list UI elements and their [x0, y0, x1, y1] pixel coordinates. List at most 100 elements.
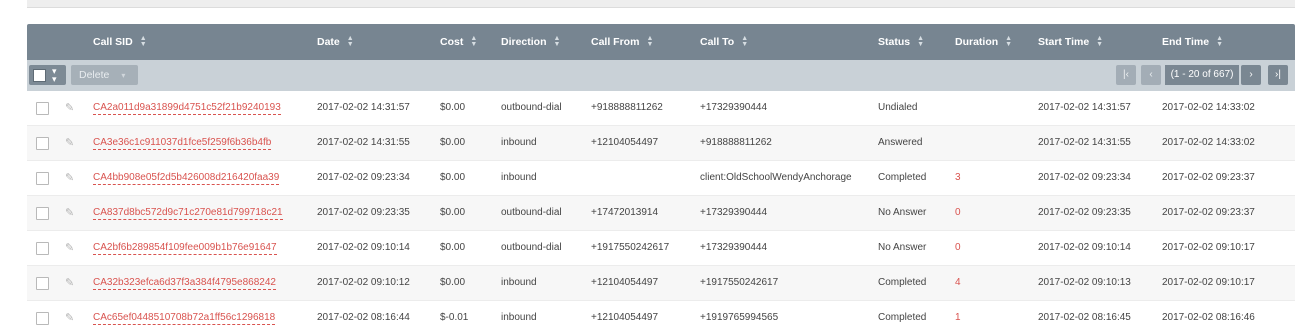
- pencil-icon[interactable]: ✎: [65, 266, 74, 300]
- cell-call-to: client:OldSchoolWendyAnchorage: [700, 172, 852, 183]
- cell-call-to: +17329390444: [700, 102, 768, 113]
- col-header-cost[interactable]: Cost ▲ ▼: [440, 24, 477, 60]
- next-page-button[interactable]: ›: [1241, 65, 1261, 85]
- call-sid-link[interactable]: CA3e36c1c911037d1fce5f259f6b36b4fb: [93, 137, 272, 150]
- cell-end-time: 2017-02-02 09:10:17: [1162, 277, 1255, 288]
- sort-arrows-icon: ▲ ▼: [646, 35, 654, 49]
- cell-call-from: +12104054497: [591, 137, 659, 148]
- select-all-dropdown[interactable]: ▾ ▾: [29, 65, 66, 85]
- cell-end-time: 2017-02-02 09:23:37: [1162, 207, 1255, 218]
- sort-arrows-icon: ▲ ▼: [346, 35, 354, 49]
- cell-date: 2017-02-02 09:10:12: [317, 277, 410, 288]
- previous-page-icon: ‹: [1149, 69, 1153, 80]
- cell-end-time: 2017-02-02 08:16:46: [1162, 312, 1255, 323]
- cell-call-to: +17329390444: [700, 242, 768, 253]
- cell-call-sid: CA2a011d9a31899d4751c52f21b9240193: [93, 91, 281, 125]
- cell-call-to: +918888811262: [700, 137, 772, 148]
- cell-direction: outbound-dial: [501, 102, 562, 113]
- col-header-date[interactable]: Date ▲ ▼: [317, 24, 354, 60]
- table-header: Call SID ▲ ▼ Date ▲ ▼ Cost ▲ ▼ Direction ▲ ▼ Cal…: [27, 24, 1295, 60]
- cell-start-time: 2017-02-02 08:16:45: [1038, 312, 1131, 323]
- cell-status: Completed: [878, 277, 927, 288]
- cell-status: Completed: [878, 312, 927, 323]
- col-header-call-to[interactable]: Call To ▲ ▼: [700, 24, 748, 60]
- cell-direction: inbound: [501, 312, 537, 323]
- pencil-icon[interactable]: ✎: [65, 301, 74, 329]
- row-checkbox[interactable]: [36, 137, 49, 150]
- cell-status: No Answer: [878, 207, 927, 218]
- row-checkbox[interactable]: [36, 102, 49, 115]
- first-page-button[interactable]: |‹: [1116, 65, 1136, 85]
- cell-cost: $-0.01: [440, 312, 469, 323]
- cell-direction: inbound: [501, 137, 537, 148]
- cell-duration: 0: [955, 207, 961, 218]
- sort-arrows-icon: ▲ ▼: [1096, 35, 1104, 49]
- row-checkbox[interactable]: [36, 277, 49, 290]
- col-header-call-sid[interactable]: Call SID ▲ ▼: [93, 24, 147, 60]
- sort-arrows-icon: ▲ ▼: [1216, 35, 1224, 49]
- table-body: ✎ CA2a011d9a31899d4751c52f21b9240193 2017-…: [27, 91, 1295, 329]
- col-header-end-time[interactable]: End Time ▲ ▼: [1162, 24, 1223, 60]
- previous-page-button[interactable]: ‹: [1141, 65, 1161, 85]
- pencil-icon[interactable]: ✎: [65, 161, 74, 195]
- pencil-icon[interactable]: ✎: [65, 196, 74, 230]
- call-sid-link[interactable]: CA2bf6b289854f109fee009b1b76e91647: [93, 242, 277, 255]
- table-row: ✎ CA2a011d9a31899d4751c52f21b9240193 2017-…: [27, 91, 1295, 126]
- last-page-button[interactable]: ›|: [1268, 65, 1288, 85]
- cell-call-sid: CA3e36c1c911037d1fce5f259f6b36b4fb: [93, 126, 272, 160]
- chevron-down-icon: ▾ ▾: [52, 66, 57, 84]
- cell-duration: 0: [955, 242, 961, 253]
- cell-cost: $0.00: [440, 102, 466, 113]
- cell-duration: 3: [955, 172, 961, 183]
- cell-call-sid: CA2bf6b289854f109fee009b1b76e91647: [93, 231, 277, 265]
- table-row: ✎ CA32b323efca6d37f3a384f4795e868242 2017-…: [27, 266, 1295, 301]
- table-row: ✎ CA2bf6b289854f109fee009b1b76e91647 2017-…: [27, 231, 1295, 266]
- call-sid-link[interactable]: CA2a011d9a31899d4751c52f21b9240193: [93, 102, 281, 115]
- calls-table: Call SID ▲ ▼ Date ▲ ▼ Cost ▲ ▼ Direction ▲ ▼ Cal…: [27, 24, 1295, 329]
- cell-cost: $0.00: [440, 277, 466, 288]
- sort-arrows-icon: ▲ ▼: [1005, 35, 1013, 49]
- sort-arrows-icon: ▲ ▼: [553, 35, 561, 49]
- cell-start-time: 2017-02-02 09:10:14: [1038, 242, 1131, 253]
- cell-call-from: +17472013914: [591, 207, 659, 218]
- table-row: ✎ CA837d8bc572d9c71c270e81d799718c21 2017-…: [27, 196, 1295, 231]
- call-sid-link[interactable]: CAc65ef0448510708b72a1ff56c1296818: [93, 312, 276, 325]
- row-checkbox[interactable]: [36, 172, 49, 185]
- call-sid-link[interactable]: CA32b323efca6d37f3a384f4795e868242: [93, 277, 276, 290]
- cell-start-time: 2017-02-02 14:31:55: [1038, 137, 1131, 148]
- sort-arrows-icon: ▲ ▼: [741, 35, 749, 49]
- pencil-icon[interactable]: ✎: [65, 231, 74, 265]
- table-row: ✎ CA4bb908e05f2d5b426008d216420faa39 2017-…: [27, 161, 1295, 196]
- col-header-call-from[interactable]: Call From ▲ ▼: [591, 24, 653, 60]
- sort-arrows-icon: ▲ ▼: [139, 35, 147, 49]
- pencil-icon[interactable]: ✎: [65, 126, 74, 160]
- first-page-icon: |‹: [1123, 69, 1129, 80]
- cell-call-from: +12104054497: [591, 277, 659, 288]
- cell-end-time: 2017-02-02 14:33:02: [1162, 137, 1255, 148]
- select-all-checkbox[interactable]: [33, 69, 46, 82]
- col-header-status[interactable]: Status ▲ ▼: [878, 24, 924, 60]
- action-toolbar: ▾ ▾ Delete ▾ |‹ ‹ (1 - 20 of 667) › ›|: [27, 60, 1295, 91]
- col-header-direction[interactable]: Direction ▲ ▼: [501, 24, 560, 60]
- cell-end-time: 2017-02-02 09:23:37: [1162, 172, 1255, 183]
- delete-button[interactable]: Delete ▾: [71, 65, 138, 85]
- col-header-duration[interactable]: Duration ▲ ▼: [955, 24, 1012, 60]
- cell-duration: 4: [955, 277, 961, 288]
- cell-call-sid: CAc65ef0448510708b72a1ff56c1296818: [93, 301, 276, 329]
- col-header-start-time[interactable]: Start Time ▲ ▼: [1038, 24, 1103, 60]
- cell-end-time: 2017-02-02 09:10:17: [1162, 242, 1255, 253]
- row-checkbox[interactable]: [36, 242, 49, 255]
- cell-call-from: +1917550242617: [591, 242, 670, 253]
- call-sid-link[interactable]: CA837d8bc572d9c71c270e81d799718c21: [93, 207, 283, 220]
- cell-direction: outbound-dial: [501, 207, 562, 218]
- cell-end-time: 2017-02-02 14:33:02: [1162, 102, 1255, 113]
- cell-call-to: +1917550242617: [700, 277, 779, 288]
- row-checkbox[interactable]: [36, 207, 49, 220]
- sort-arrows-icon: ▲ ▼: [470, 35, 478, 49]
- cell-duration: 1: [955, 312, 961, 323]
- call-sid-link[interactable]: CA4bb908e05f2d5b426008d216420faa39: [93, 172, 280, 185]
- cell-date: 2017-02-02 14:31:57: [317, 102, 410, 113]
- cell-cost: $0.00: [440, 137, 466, 148]
- row-checkbox[interactable]: [36, 312, 49, 325]
- pencil-icon[interactable]: ✎: [65, 91, 74, 125]
